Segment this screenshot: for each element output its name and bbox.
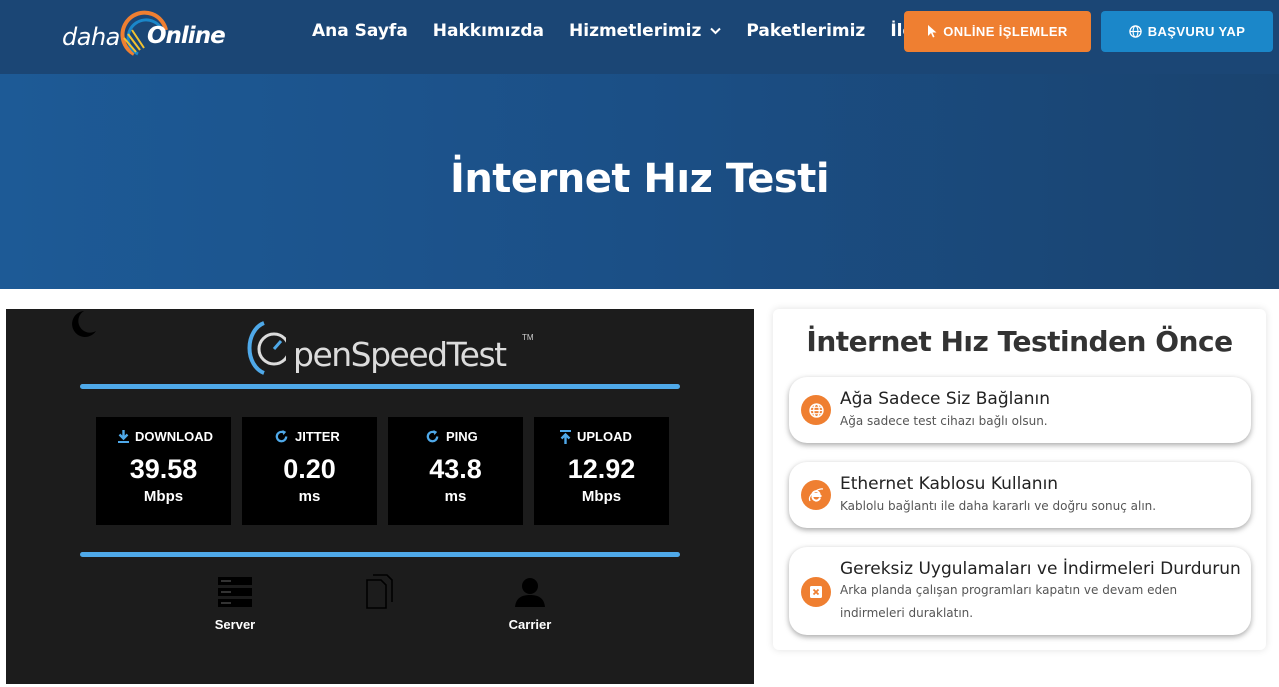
metric-value: 43.8 [429,454,482,484]
metric-value: 0.20 [283,454,336,484]
logo-daha-text: daha [62,23,120,51]
logo-online-text: Online [147,23,226,49]
speedtest-panel: penSpeedTest TM DOWNLOAD 39.58 Mbps JITT… [6,309,754,684]
refresh-icon [274,429,289,444]
basvuru-yap-label: BAŞVURU YAP [1147,24,1246,39]
page-title: İnternet Hız Testi [449,156,830,202]
openspeedtest-logo: penSpeedTest TM [246,317,536,377]
refresh-icon [425,429,440,444]
tip-item: Gereksiz Uygulamaları ve İndirmeleri Dur… [789,547,1251,635]
tip-item: Ethernet Kablosu Kullanın Kablolu bağlan… [789,462,1251,528]
metric-unit: ms [444,488,467,505]
hero-banner: İnternet Hız Testi [0,74,1279,289]
server-label: Server [214,617,256,632]
cursor-pointer-icon [927,25,937,38]
results-docs[interactable] [330,574,430,617]
metric-label: UPLOAD [577,429,632,444]
basvuru-yap-button[interactable]: BAŞVURU YAP [1101,11,1273,52]
documents-icon [330,574,430,609]
globe-icon [801,395,831,425]
nav-item-label: Paketlerimiz [746,21,866,41]
metric-value: 39.58 [129,454,198,484]
server-info: Server [185,577,285,632]
online-islemler-button[interactable]: ONLİNE İŞLEMLER [904,11,1091,52]
nav-item-label: Hizmetlerimiz [569,21,702,41]
tip-description: Arka planda çalışan programları kapatın … [840,583,1178,620]
main-menu: Ana Sayfa Hakkımızda Hizmetlerimiz Paket… [312,21,987,41]
upload-arrow-icon [560,429,571,444]
before-test-tips-card: İnternet Hız Testinden Önce Ağa Sadece S… [773,309,1266,650]
user-icon [480,577,580,607]
tips-title: İnternet Hız Testinden Önce [806,325,1233,358]
metric-label: PING [446,429,478,444]
speedometer-logo-icon [247,321,286,375]
top-navbar: daha Online Ana Sayfa Hakkımızda Hizmetl… [0,0,1279,74]
metric-unit: ms [298,488,321,505]
nav-item-label: Hakkımızda [432,21,545,41]
trademark-text: TM [522,333,534,342]
carrier-info: Carrier [480,577,580,632]
close-box-icon [801,577,831,607]
chevron-down-icon [710,27,722,35]
dark-mode-moon-icon[interactable] [66,309,100,343]
jitter-metric: JITTER 0.20 ms [242,417,377,525]
tip-item: Ağa Sadece Siz Bağlanın Ağa sadece test … [789,377,1251,443]
nav-item-label: Ana Sayfa [312,21,408,41]
tip-title: Ağa Sadece Siz Bağlanın [840,389,1051,409]
daha-online-logo[interactable]: daha Online [62,8,226,64]
download-arrow-icon [118,430,129,443]
metric-label: DOWNLOAD [135,429,213,444]
server-icon [185,577,285,607]
online-islemler-label: ONLİNE İŞLEMLER [943,24,1068,39]
progress-bar-bottom [80,552,680,557]
openspeedtest-logo-text: penSpeedTest [293,335,507,374]
tip-description: Kablolu bağlantı ile daha kararlı ve doğ… [840,499,1157,513]
tip-title: Ethernet Kablosu Kullanın [840,474,1059,494]
globe-icon [1128,25,1142,38]
metric-unit: Mbps [581,488,622,505]
upload-metric: UPLOAD 12.92 Mbps [534,417,669,525]
nav-item-ana-sayfa[interactable]: Ana Sayfa [312,21,408,41]
ping-metric: PING 43.8 ms [388,417,523,525]
nav-item-paketlerimiz[interactable]: Paketlerimiz [746,21,865,41]
metric-value: 12.92 [567,454,636,484]
carrier-label: Carrier [508,617,552,632]
download-metric: DOWNLOAD 39.58 Mbps [96,417,231,525]
metric-unit: Mbps [143,488,184,505]
metric-label: JITTER [295,429,340,444]
tip-description: Ağa sadece test cihazı bağlı olsun. [840,414,1048,428]
tip-title: Gereksiz Uygulamaları ve İndirmeleri Dur… [840,559,1241,579]
internet-explorer-icon [801,480,831,510]
nav-item-hakkimizda[interactable]: Hakkımızda [433,21,544,41]
progress-bar-top [80,384,680,389]
nav-item-hizmetlerimiz[interactable]: Hizmetlerimiz [569,21,722,41]
